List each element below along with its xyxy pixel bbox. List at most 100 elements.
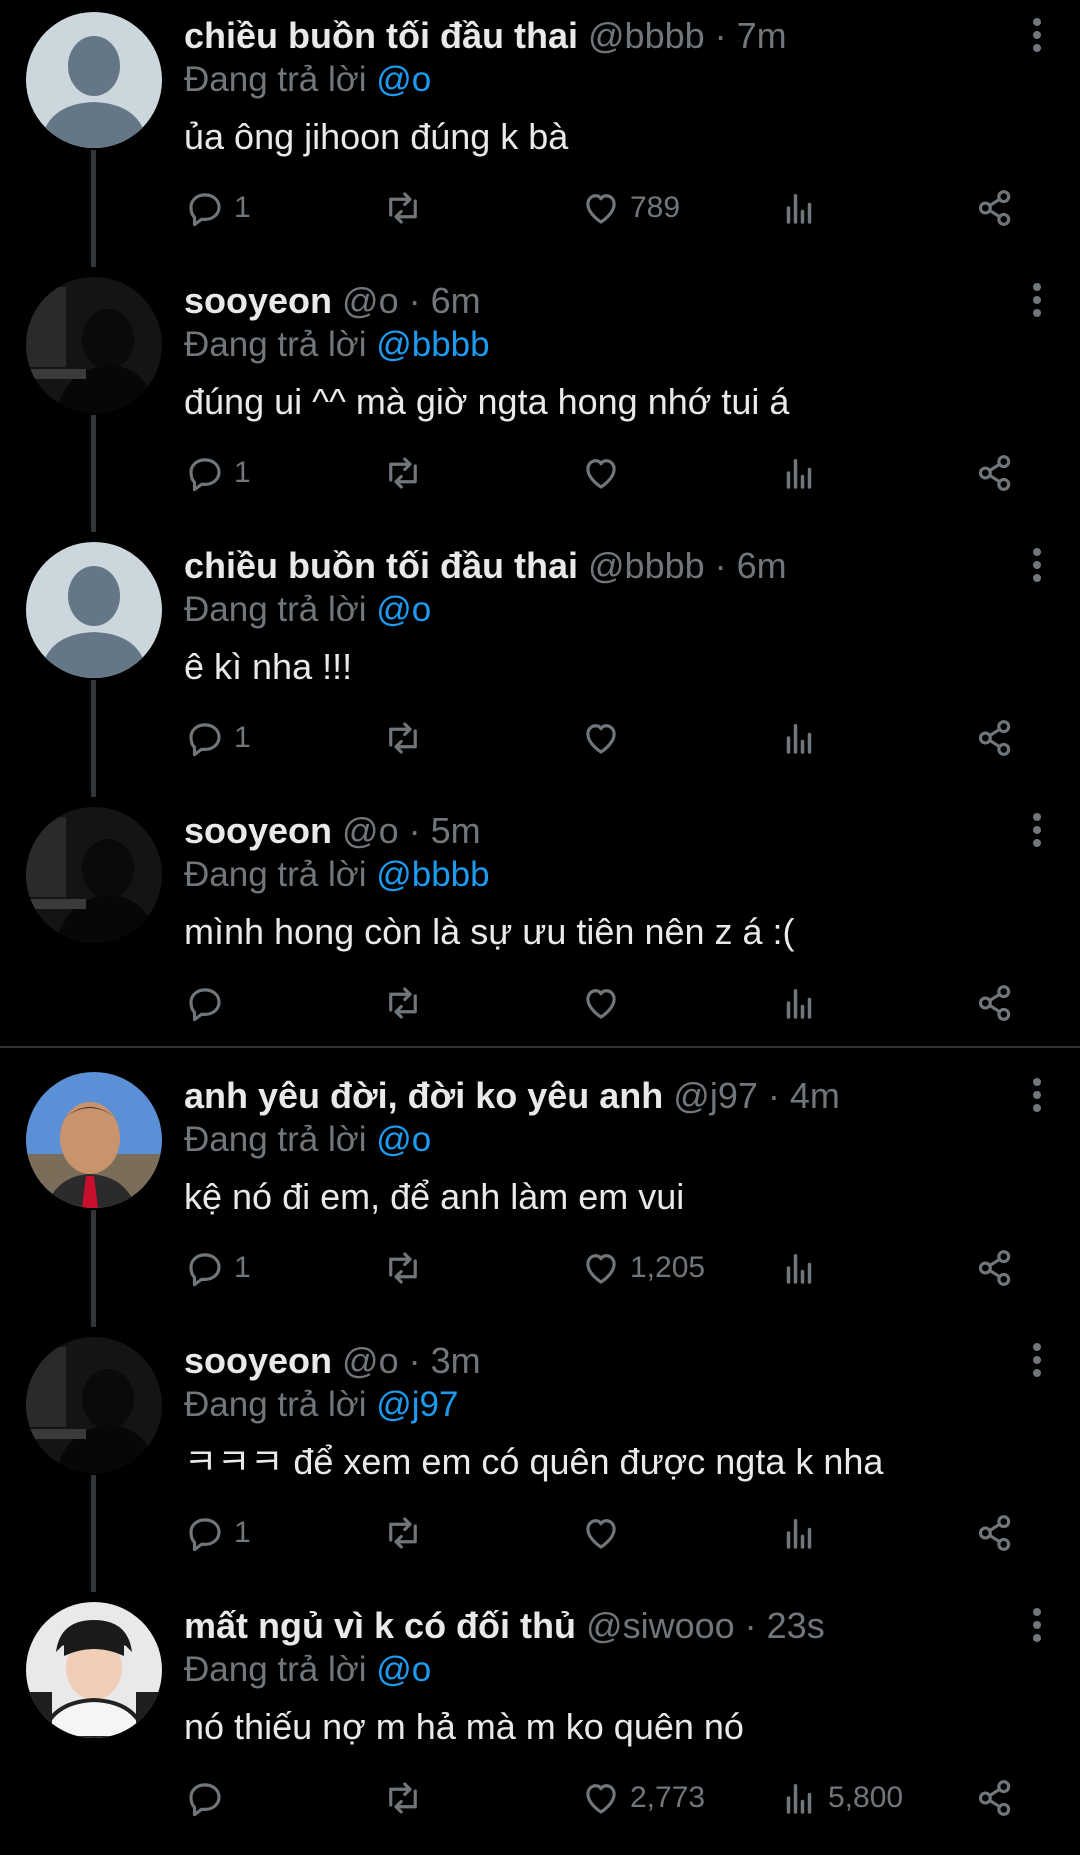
retweet-button[interactable] xyxy=(382,708,432,768)
retweet-button[interactable] xyxy=(382,1238,432,1298)
reply-button[interactable]: 1 xyxy=(184,1238,251,1298)
views-button[interactable]: 5,800 xyxy=(778,1768,903,1828)
mention-link[interactable]: @j97 xyxy=(376,1385,458,1424)
replying-label: Đang trả lời xyxy=(184,60,367,99)
handle[interactable]: @bbbb xyxy=(588,545,705,586)
like-button[interactable]: 2,773 xyxy=(580,1768,705,1828)
tweet[interactable]: chiều buồn tối đầu thai @bbbb · 6m Đang … xyxy=(0,530,1080,795)
like-button[interactable]: 789 xyxy=(580,178,680,238)
handle[interactable]: @bbbb xyxy=(588,15,705,56)
share-icon xyxy=(978,1250,1011,1286)
mention-link[interactable]: @bbbb xyxy=(376,325,489,364)
views-icon xyxy=(786,1784,812,1814)
timestamp[interactable]: · 6m xyxy=(409,280,481,321)
tweet-text: nó thiếu nợ m hả mà m ko quên nó xyxy=(184,1706,744,1747)
share-icon xyxy=(978,190,1011,226)
avatar[interactable] xyxy=(26,12,162,148)
more-vertical-icon[interactable] xyxy=(1030,18,1044,54)
mention-link[interactable]: @o xyxy=(376,1650,431,1689)
avatar[interactable] xyxy=(26,277,162,413)
handle[interactable]: @o xyxy=(342,280,399,321)
views-button[interactable] xyxy=(778,973,828,1033)
display-name[interactable]: mất ngủ vì k có đối thủ xyxy=(184,1605,576,1646)
tweet[interactable]: anh yêu đời, đời ko yêu anh @j97 · 4m Đa… xyxy=(0,1060,1080,1325)
avatar[interactable] xyxy=(26,1337,162,1473)
reply-icon xyxy=(189,1518,221,1552)
tweet[interactable]: sooyeon @o · 6m Đang trả lời @bbbb đúng … xyxy=(0,265,1080,530)
reply-button[interactable]: 1 xyxy=(184,178,251,238)
reply-count: 1 xyxy=(234,191,251,224)
share-button[interactable] xyxy=(974,1768,1016,1828)
more-vertical-icon[interactable] xyxy=(1030,1608,1044,1644)
timestamp[interactable]: · 23s xyxy=(745,1605,825,1646)
share-button[interactable] xyxy=(974,973,1016,1033)
display-name[interactable]: anh yêu đời, đời ko yêu anh xyxy=(184,1075,663,1116)
retweet-button[interactable] xyxy=(382,1503,432,1563)
timestamp[interactable]: · 6m xyxy=(715,545,787,586)
like-button[interactable]: 1,205 xyxy=(580,1238,705,1298)
mention-link[interactable]: @bbbb xyxy=(376,855,489,894)
avatar[interactable] xyxy=(26,1602,162,1738)
share-button[interactable] xyxy=(974,1238,1016,1298)
like-button[interactable] xyxy=(580,708,630,768)
views-button[interactable] xyxy=(778,443,828,503)
share-button[interactable] xyxy=(974,443,1016,503)
tweet[interactable]: sooyeon @o · 5m Đang trả lời @bbbb mình … xyxy=(0,795,1080,1060)
views-button[interactable] xyxy=(778,708,828,768)
retweet-button[interactable] xyxy=(382,443,432,503)
tweet[interactable]: mất ngủ vì k có đối thủ @siwooo · 23s Đa… xyxy=(0,1590,1080,1855)
more-vertical-icon[interactable] xyxy=(1030,813,1044,849)
share-button[interactable] xyxy=(974,1503,1016,1563)
like-count: 1,205 xyxy=(630,1251,706,1284)
more-vertical-icon[interactable] xyxy=(1030,1078,1044,1114)
display-name[interactable]: chiều buồn tối đầu thai xyxy=(184,15,578,56)
avatar[interactable] xyxy=(26,1072,162,1208)
retweet-button[interactable] xyxy=(382,1768,432,1828)
retweet-button[interactable] xyxy=(382,973,432,1033)
timestamp[interactable]: · 5m xyxy=(409,810,481,851)
tweet-text: ủa ông jihoon đúng k bà xyxy=(184,116,569,157)
tweet-header: sooyeon @o · 5m xyxy=(184,809,1020,853)
reply-button[interactable]: 1 xyxy=(184,708,251,768)
handle[interactable]: @siwooo xyxy=(586,1605,735,1646)
avatar[interactable] xyxy=(26,807,162,943)
tweet-header: chiều buồn tối đầu thai @bbbb · 6m xyxy=(184,544,1020,588)
views-button[interactable] xyxy=(778,178,828,238)
tweet-text: đúng ui ^^ mà giờ ngta hong nhớ tui á xyxy=(184,381,790,422)
avatar[interactable] xyxy=(26,542,162,678)
like-button[interactable] xyxy=(580,973,630,1033)
share-button[interactable] xyxy=(974,708,1016,768)
views-button[interactable] xyxy=(778,1238,828,1298)
more-vertical-icon[interactable] xyxy=(1030,283,1044,319)
mention-link[interactable]: @o xyxy=(376,60,431,99)
reply-button[interactable]: 1 xyxy=(184,1503,251,1563)
timestamp[interactable]: · 7m xyxy=(715,15,787,56)
share-button[interactable] xyxy=(974,178,1016,238)
timestamp[interactable]: · 4m xyxy=(768,1075,840,1116)
display-name[interactable]: chiều buồn tối đầu thai xyxy=(184,545,578,586)
display-name[interactable]: sooyeon xyxy=(184,810,332,851)
reply-button[interactable] xyxy=(184,973,234,1033)
more-vertical-icon[interactable] xyxy=(1030,1343,1044,1379)
reply-icon xyxy=(189,988,221,1022)
reply-count: 1 xyxy=(234,721,251,754)
views-button[interactable] xyxy=(778,1503,828,1563)
mention-link[interactable]: @o xyxy=(376,590,431,629)
display-name[interactable]: sooyeon xyxy=(184,280,332,321)
handle[interactable]: @o xyxy=(342,810,399,851)
tweet[interactable]: chiều buồn tối đầu thai @bbbb · 7m Đang … xyxy=(0,0,1080,265)
timestamp[interactable]: · 3m xyxy=(409,1340,481,1381)
retweet-button[interactable] xyxy=(382,178,432,238)
retweet-icon xyxy=(389,987,417,1019)
tweet[interactable]: sooyeon @o · 3m Đang trả lời @j97 ㅋㅋㅋ để… xyxy=(0,1325,1080,1590)
like-button[interactable] xyxy=(580,1503,630,1563)
more-vertical-icon[interactable] xyxy=(1030,548,1044,584)
like-button[interactable] xyxy=(580,443,630,503)
handle[interactable]: @j97 xyxy=(673,1075,758,1116)
reply-button[interactable] xyxy=(184,1768,234,1828)
views-icon xyxy=(786,1254,812,1284)
handle[interactable]: @o xyxy=(342,1340,399,1381)
display-name[interactable]: sooyeon xyxy=(184,1340,332,1381)
mention-link[interactable]: @o xyxy=(376,1120,431,1159)
reply-button[interactable]: 1 xyxy=(184,443,251,503)
